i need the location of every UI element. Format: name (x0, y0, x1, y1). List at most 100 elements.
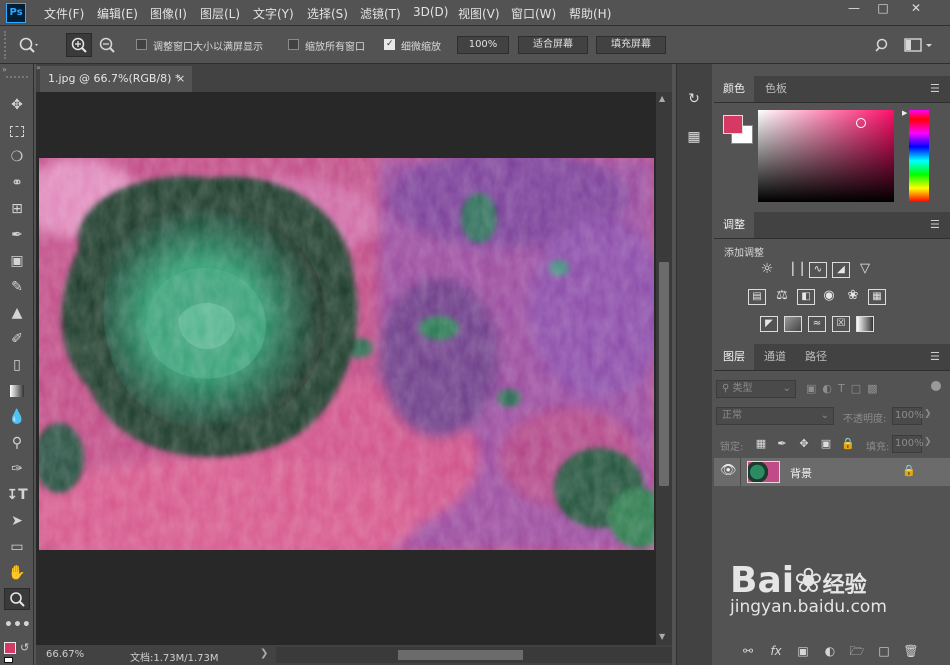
posterize-icon[interactable] (784, 316, 802, 332)
healing-brush-tool-icon[interactable]: ▣ (4, 250, 30, 272)
document-tab-close-icon[interactable]: × (176, 66, 185, 92)
tab-paths[interactable]: 路径 (796, 344, 836, 370)
menu-select[interactable]: 选择(S) (307, 5, 348, 22)
zoom-100-button[interactable]: 100% (457, 36, 509, 54)
quick-selection-tool-icon[interactable]: ⚭ (4, 172, 30, 194)
add-mask-icon[interactable]: ▣ (795, 643, 811, 659)
toolbar-grip[interactable] (6, 76, 28, 78)
menu-help[interactable]: 帮助(H) (569, 5, 611, 22)
default-colors-icon[interactable] (4, 657, 13, 663)
menu-window[interactable]: 窗口(W) (511, 5, 556, 22)
marquee-tool-icon[interactable] (4, 120, 30, 142)
levels-icon[interactable]: ▕▕ (784, 262, 802, 278)
tab-adjustments[interactable]: 调整 (714, 212, 754, 238)
zoom-out-icon[interactable] (95, 34, 119, 56)
gradient-map-icon[interactable] (856, 316, 874, 332)
layer-filter-kind[interactable]: ⚲ 类型 ⌄ (716, 380, 796, 398)
hue-slider-handle[interactable]: ▶ (902, 110, 908, 117)
resize-windows-checkbox[interactable] (136, 39, 147, 50)
eraser-tool-icon[interactable]: ▯ (4, 354, 30, 376)
brightness-icon[interactable]: ☼ (758, 262, 776, 278)
new-group-icon[interactable]: 🗁 (849, 643, 865, 659)
lasso-tool-icon[interactable]: ❍ (4, 146, 30, 168)
menu-edit[interactable]: 编辑(E) (97, 5, 138, 22)
search-icon[interactable] (875, 37, 891, 53)
3d-panel-icon[interactable]: ▦ (683, 126, 705, 148)
layers-panel-menu-icon[interactable]: ☰ (930, 351, 944, 362)
status-menu-arrow-icon[interactable]: ❯ (260, 648, 268, 659)
zoom-in-button[interactable] (66, 33, 92, 57)
exposure-icon[interactable]: ◢ (832, 262, 850, 278)
gradient-tool-icon[interactable] (4, 380, 30, 402)
blur-tool-icon[interactable]: 💧 (4, 406, 30, 428)
lock-position-icon[interactable]: ✥ (797, 437, 811, 451)
menu-view[interactable]: 视图(V) (458, 5, 500, 22)
new-adjustment-layer-icon[interactable]: ◐ (822, 643, 838, 659)
color-balance-icon[interactable]: ⚖ (773, 289, 791, 305)
maximize-button[interactable]: □ (867, 0, 899, 18)
history-panel-icon[interactable]: ↻ (683, 88, 705, 110)
layer-filter-icons[interactable]: ▣◐T□▩ (806, 382, 916, 396)
layer-filter-toggle[interactable] (931, 381, 941, 391)
brush-tool-icon[interactable]: ✎ (4, 276, 30, 298)
close-window-button[interactable]: ✕ (900, 0, 932, 18)
path-selection-tool-icon[interactable]: ➤ (4, 510, 30, 532)
hand-tool-icon[interactable]: ✋ (4, 562, 30, 584)
lock-artboard-icon[interactable]: ▣ (819, 437, 833, 451)
type-tool-icon[interactable]: ↧T (4, 484, 30, 506)
vertical-scroll-thumb[interactable] (659, 262, 669, 486)
lock-transparent-icon[interactable]: ▦ (754, 437, 768, 451)
fit-screen-button[interactable]: 适合屏幕 (518, 36, 588, 54)
zoom-all-windows-checkbox[interactable] (288, 39, 299, 50)
eyedropper-tool-icon[interactable]: ✒ (4, 224, 30, 246)
foreground-color-picker[interactable] (723, 115, 743, 134)
hue-saturation-icon[interactable]: ▤ (748, 289, 766, 305)
curves-icon[interactable]: ∿ (809, 262, 827, 278)
fill-arrow-icon[interactable]: ❯ (924, 437, 932, 447)
adjustments-panel-menu-icon[interactable]: ☰ (930, 219, 944, 230)
pen-tool-icon[interactable]: ✑ (4, 458, 30, 480)
link-layers-icon[interactable]: ⚯ (740, 643, 756, 659)
tab-swatches[interactable]: 色板 (756, 76, 796, 102)
threshold-icon[interactable]: ≈ (808, 316, 826, 332)
opacity-input[interactable]: 100% (892, 407, 924, 425)
document-tab[interactable]: 1.jpg @ 66.7%(RGB/8) * × (40, 66, 192, 92)
more-tools-icon[interactable]: ••• (4, 614, 31, 636)
zoom-level[interactable]: 66.67% (46, 649, 84, 660)
swap-colors-icon[interactable]: ↺ (20, 642, 32, 654)
new-layer-icon[interactable]: □ (876, 643, 892, 659)
document-size-info[interactable]: 文档:1.73M/1.73M (130, 649, 219, 664)
zoom-tool-icon[interactable] (4, 588, 30, 610)
layer-style-fx-icon[interactable]: fx (768, 643, 784, 659)
vibrance-icon[interactable]: ▽ (856, 262, 874, 278)
menu-image[interactable]: 图像(I) (150, 5, 187, 22)
color-picker-cursor[interactable] (856, 118, 866, 128)
photo-filter-icon[interactable]: ◉ (820, 289, 838, 305)
layer-visibility-eye-icon[interactable]: 👁 (720, 464, 737, 478)
tab-channels[interactable]: 通道 (755, 344, 795, 370)
menu-filter[interactable]: 滤镜(T) (360, 5, 401, 22)
tab-layers[interactable]: 图层 (714, 344, 754, 370)
color-field[interactable] (758, 110, 894, 202)
menu-layer[interactable]: 图层(L) (200, 5, 240, 22)
delete-layer-icon[interactable]: 🗑 (903, 643, 919, 659)
color-panel-menu-icon[interactable]: ☰ (930, 83, 944, 94)
dodge-tool-icon[interactable]: ⚲ (4, 432, 30, 454)
color-lookup-icon[interactable]: ▦ (868, 289, 886, 305)
clone-stamp-tool-icon[interactable]: ▲ (4, 302, 30, 324)
zoom-tool-preset-icon[interactable] (18, 36, 40, 54)
layer-row[interactable]: 👁 背景 🔒 (714, 458, 950, 486)
invert-icon[interactable]: ◤ (760, 316, 778, 332)
menu-file[interactable]: 文件(F) (44, 5, 84, 22)
layer-name[interactable]: 背景 (790, 465, 812, 481)
lock-image-icon[interactable]: ✒ (775, 437, 789, 451)
scrubby-zoom-checkbox[interactable] (384, 39, 395, 50)
scroll-up-icon[interactable]: ▲ (659, 94, 665, 103)
document-image[interactable] (39, 158, 654, 550)
move-tool-icon[interactable]: ✥ (4, 94, 30, 116)
blend-mode-select[interactable]: 正常 ⌄ (716, 407, 834, 425)
menu-type[interactable]: 文字(Y) (253, 5, 294, 22)
channel-mixer-icon[interactable]: ❀ (844, 289, 862, 305)
horizontal-scroll-thumb[interactable] (398, 650, 523, 660)
menu-3d[interactable]: 3D(D) (413, 5, 448, 19)
